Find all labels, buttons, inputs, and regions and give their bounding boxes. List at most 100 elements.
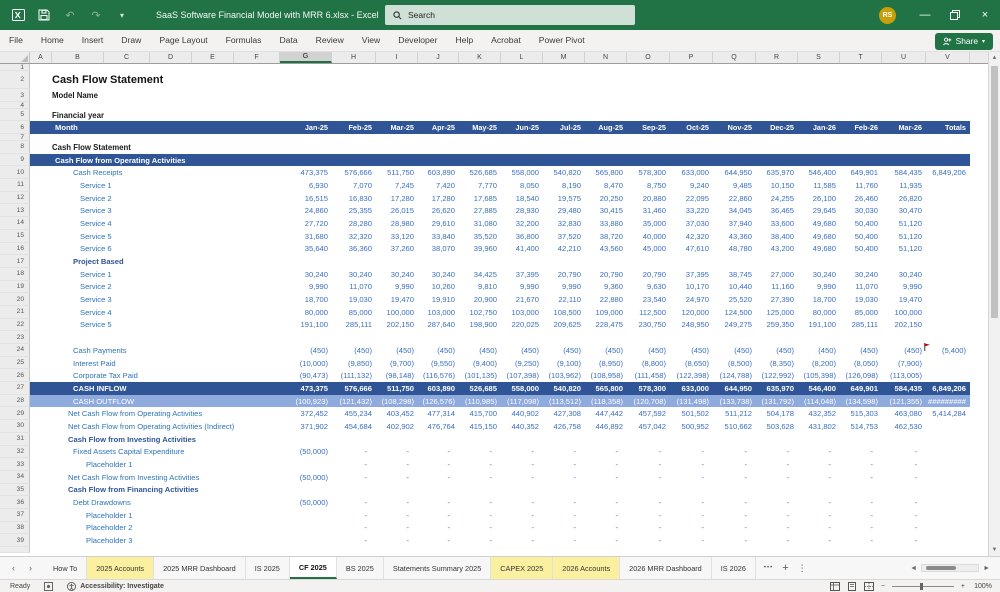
row-number[interactable]: 25: [0, 356, 30, 370]
cell[interactable]: -: [543, 534, 585, 547]
cell[interactable]: 125,000: [756, 306, 798, 319]
cell[interactable]: -: [882, 509, 926, 522]
cell[interactable]: (111,132): [332, 369, 376, 382]
cell[interactable]: 285,111: [332, 319, 376, 332]
cell[interactable]: 24,255: [756, 192, 798, 205]
cell[interactable]: 191,100: [798, 319, 840, 332]
cell[interactable]: 372,452: [280, 407, 332, 420]
zoom-slider-thumb[interactable]: [919, 582, 923, 590]
sheet-tab-is-2025[interactable]: IS 2025: [246, 557, 290, 579]
cell[interactable]: 32,320: [332, 230, 376, 243]
cell[interactable]: 24,860: [280, 204, 332, 217]
cell[interactable]: (450): [332, 344, 376, 357]
cell[interactable]: 454,684: [332, 420, 376, 433]
cell[interactable]: 633,000: [670, 382, 713, 395]
cell[interactable]: 30,470: [882, 204, 926, 217]
cell[interactable]: [926, 357, 970, 370]
row-label[interactable]: Net Cash Flow from Investing Activities: [30, 471, 280, 484]
cell[interactable]: -: [332, 458, 376, 471]
ribbon-tab-acrobat[interactable]: Acrobat: [482, 30, 530, 51]
cell[interactable]: 108,500: [543, 306, 585, 319]
cell[interactable]: (90,473): [280, 369, 332, 382]
cell[interactable]: -: [756, 496, 798, 509]
vertical-scroll-thumb[interactable]: [991, 66, 998, 318]
cell[interactable]: 9,990: [543, 281, 585, 294]
cell[interactable]: -: [627, 534, 670, 547]
scroll-right-icon[interactable]: ►: [983, 565, 990, 572]
column-header-J[interactable]: J: [418, 52, 459, 63]
ribbon-tab-draw[interactable]: Draw: [112, 30, 150, 51]
cell[interactable]: 8,750: [627, 179, 670, 192]
cell[interactable]: (8,200): [798, 357, 840, 370]
cell[interactable]: -: [501, 471, 543, 484]
cell[interactable]: (116,576): [418, 369, 459, 382]
cell[interactable]: 20,250: [585, 192, 627, 205]
cell[interactable]: -: [543, 522, 585, 535]
sheet-tab-is-2026[interactable]: IS 2026: [712, 557, 756, 579]
cell[interactable]: (103,962): [543, 369, 585, 382]
sheet-tab-how-to[interactable]: How To: [44, 557, 88, 579]
row-number[interactable]: 9: [0, 153, 30, 167]
cell[interactable]: (9,700): [376, 357, 418, 370]
cell[interactable]: 47,610: [670, 243, 713, 256]
cell[interactable]: 124,500: [713, 306, 756, 319]
cell[interactable]: 18,700: [798, 293, 840, 306]
sheet-tab-statements-summary-2025[interactable]: Statements Summary 2025: [384, 557, 492, 579]
cell[interactable]: 635,970: [756, 382, 798, 395]
scroll-left-icon[interactable]: ◄: [910, 565, 917, 572]
cell[interactable]: 35,520: [459, 230, 501, 243]
cell[interactable]: -: [882, 446, 926, 459]
cell[interactable]: 43,360: [713, 230, 756, 243]
row-number[interactable]: 7: [0, 134, 30, 141]
cell[interactable]: -: [585, 458, 627, 471]
cell[interactable]: 19,575: [543, 192, 585, 205]
cell[interactable]: (9,400): [459, 357, 501, 370]
row-label[interactable]: Service 2: [30, 281, 280, 294]
cell[interactable]: 511,750: [376, 166, 418, 179]
cell[interactable]: 36,800: [501, 230, 543, 243]
cell[interactable]: 17,280: [418, 192, 459, 205]
cell[interactable]: -: [585, 471, 627, 484]
cell[interactable]: May-25: [459, 121, 501, 134]
cell[interactable]: -: [670, 522, 713, 535]
cell[interactable]: 37,395: [501, 268, 543, 281]
cell[interactable]: 31,080: [459, 217, 501, 230]
cell[interactable]: (450): [418, 344, 459, 357]
cell[interactable]: 38,070: [418, 243, 459, 256]
cell[interactable]: 10,170: [670, 281, 713, 294]
row-label[interactable]: Interest Paid: [30, 357, 280, 370]
cell[interactable]: (100,923): [280, 395, 332, 408]
cell[interactable]: (5,400): [926, 344, 970, 357]
cell[interactable]: 18,700: [280, 293, 332, 306]
share-button[interactable]: Share ▾: [934, 32, 993, 50]
cell[interactable]: -: [459, 458, 501, 471]
cell[interactable]: 31,680: [280, 230, 332, 243]
cell[interactable]: 20,790: [585, 268, 627, 281]
row-number[interactable]: 2: [0, 71, 30, 89]
cell[interactable]: -: [459, 509, 501, 522]
cell[interactable]: -: [756, 534, 798, 547]
cell[interactable]: (450): [840, 344, 882, 357]
cell[interactable]: -: [501, 509, 543, 522]
cell[interactable]: -: [756, 509, 798, 522]
cell[interactable]: 19,030: [332, 293, 376, 306]
row-number[interactable]: 17: [0, 255, 30, 268]
cell[interactable]: (98,148): [376, 369, 418, 382]
cell[interactable]: 228,475: [585, 319, 627, 332]
cell[interactable]: 463,080: [882, 407, 926, 420]
cell[interactable]: -: [840, 458, 882, 471]
cell[interactable]: 35,000: [627, 217, 670, 230]
cell[interactable]: 80,000: [280, 306, 332, 319]
cell[interactable]: (118,358): [585, 395, 627, 408]
cell[interactable]: 38,720: [585, 230, 627, 243]
cell[interactable]: 36,465: [756, 204, 798, 217]
cell[interactable]: -: [840, 446, 882, 459]
cell[interactable]: 9,990: [501, 281, 543, 294]
cell[interactable]: 198,900: [459, 319, 501, 332]
cell[interactable]: (450): [543, 344, 585, 357]
cell[interactable]: 11,070: [840, 281, 882, 294]
cell[interactable]: 27,390: [756, 293, 798, 306]
cell[interactable]: 259,350: [756, 319, 798, 332]
cell[interactable]: -: [670, 446, 713, 459]
cell[interactable]: Apr-25: [418, 121, 459, 134]
